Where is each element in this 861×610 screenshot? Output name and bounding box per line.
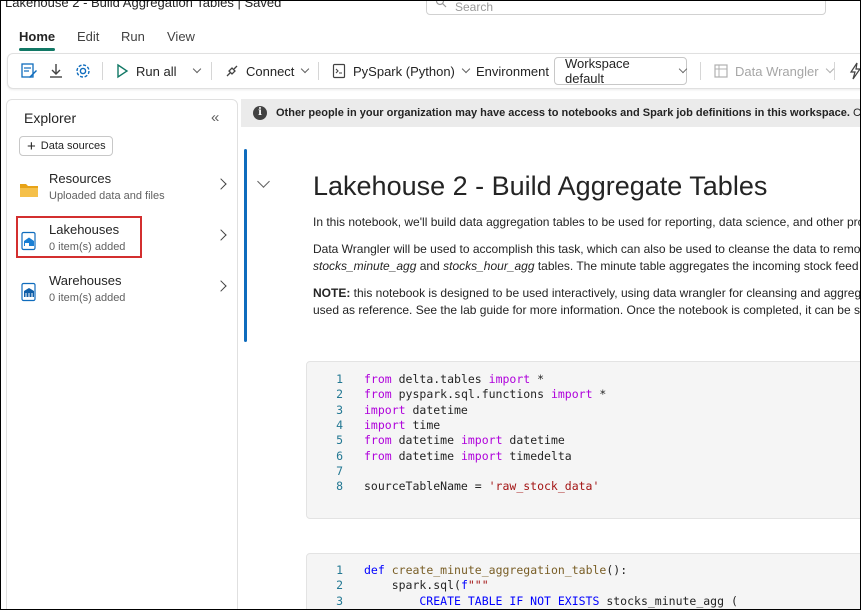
lightning-icon[interactable] [848,54,860,88]
line-number: 7 [336,463,343,478]
highlight-box [16,216,142,258]
window-title: Lakehouse 2 - Build Aggregation Tables |… [5,1,282,10]
toolbar-divider [700,62,701,80]
line-number: 3 [336,593,343,608]
info-banner: i Other people in your organization may … [241,99,861,127]
line-number: 8 [336,479,343,494]
markdown-paragraph: In this notebook, we'll build data aggre… [313,215,861,229]
toolbar: Run all Connect PySpark (Python) Environ… [7,53,860,89]
explorer-item-warehouses[interactable]: Warehouses 0 item(s) added [7,270,237,314]
language-label: PySpark (Python) [353,63,455,79]
explorer-item-subtitle: Uploaded data and files [49,190,165,202]
chevron-right-icon [215,280,227,292]
chevron-right-icon [215,178,227,190]
line-number: 3 [336,402,343,417]
data-sources-button[interactable]: + Data sources [19,136,113,156]
chevron-down-icon [825,64,834,74]
edit-notebook-icon[interactable] [20,54,38,88]
markdown-paragraph: Data Wrangler will be used to accomplish… [313,242,861,273]
code-text: from datetime import timedelta [364,448,572,463]
run-all-button[interactable]: Run all [114,54,202,88]
explorer-title: Explorer [24,110,77,126]
toolbar-divider [211,62,212,80]
code-text: def create_minute_aggregation_table(): [364,563,628,577]
explorer-item-name: Resources [49,171,112,186]
code-text: import time [364,417,441,432]
search-placeholder: Search [455,1,494,14]
code-cell[interactable]: 1 def create_minute_aggregation_table(): 2… [306,553,860,609]
title-bar: Lakehouse 2 - Build Aggregation Tables |… [1,1,860,17]
data-wrangler-icon [714,64,728,78]
markdown-paragraph: NOTE: this notebook is designed to be us… [313,286,861,317]
code-text: import datetime [364,402,468,417]
chevron-down-icon [301,64,310,74]
explorer-pane: Explorer « + Data sources Resources Uplo… [6,99,238,609]
info-icon: i [253,106,267,120]
plug-icon [226,65,238,77]
collapse-icon[interactable]: « [211,109,219,126]
banner-message: Other people in your organization may ha… [276,107,861,119]
language-select[interactable]: PySpark (Python) [331,54,471,88]
line-number: 1 [336,563,343,577]
chevron-down-icon [678,64,688,74]
play-icon [117,63,129,79]
notebook-window: Lakehouse 2 - Build Aggregation Tables |… [0,0,861,610]
chevron-right-icon [215,229,227,241]
data-wrangler-button[interactable]: Data Wrangler [713,54,834,88]
active-cell-indicator [244,149,247,342]
workspace-label: Workspace default [565,56,630,86]
explorer-item-name: Warehouses [49,273,122,288]
notebook-heading: Lakehouse 2 - Build Aggregate Tables [313,171,768,201]
connect-button[interactable]: Connect [224,54,310,88]
run-all-label: Run all [136,63,177,79]
folder-icon [20,184,38,197]
toolbar-divider [102,62,103,80]
code-text: from delta.tables import * [364,372,545,386]
ribbon-tabs: Home Edit Run View [1,23,860,51]
line-number: 5 [336,433,343,448]
line-number: 4 [336,417,343,432]
environment-label: Environment [476,63,549,79]
plus-icon: + [27,137,36,155]
tab-run[interactable]: Run [121,29,145,44]
code-text: sourceTableName = 'raw_stock_data' [364,479,600,494]
search-icon [435,1,447,8]
line-number: 6 [336,448,343,463]
explorer-item-resources[interactable]: Resources Uploaded data and files [7,168,237,212]
explorer-item-subtitle: 0 item(s) added [49,292,126,304]
tab-home[interactable]: Home [19,29,55,44]
download-icon[interactable] [47,54,65,88]
warehouse-icon [21,282,36,302]
code-text: CREATE TABLE IF NOT EXISTS stocks_minute… [364,593,738,608]
search-box[interactable]: Search [426,1,826,15]
collapse-cell-chevron-icon[interactable] [257,175,270,188]
chevron-down-icon [461,64,471,74]
tab-edit[interactable]: Edit [77,29,99,44]
active-tab-indicator [19,48,55,51]
workspace-select[interactable]: Workspace default [554,56,688,86]
chevron-down-icon[interactable] [193,64,202,74]
line-number: 2 [336,578,343,593]
toolbar-divider [318,62,319,80]
toolbar-divider [834,62,835,80]
tab-view[interactable]: View [167,29,195,44]
settings-gear-icon[interactable] [74,54,92,88]
line-number: 2 [336,387,343,402]
code-cell[interactable]: 1 from delta.tables import * 2 from pyspark… [306,361,860,519]
notebook-canvas: i Other people in your organization may … [241,99,861,609]
data-wrangler-label: Data Wrangler [735,63,819,79]
data-sources-label: Data sources [40,140,106,152]
connect-label: Connect [246,63,295,79]
line-number: 1 [336,372,343,386]
python-file-icon [332,63,346,79]
code-text: spark.sql(f""" [364,578,489,593]
markdown-cell[interactable]: Lakehouse 2 - Build Aggregate Tables In … [313,171,861,329]
code-text: from pyspark.sql.functions import * [364,387,607,402]
code-text: from datetime import datetime [364,433,565,448]
